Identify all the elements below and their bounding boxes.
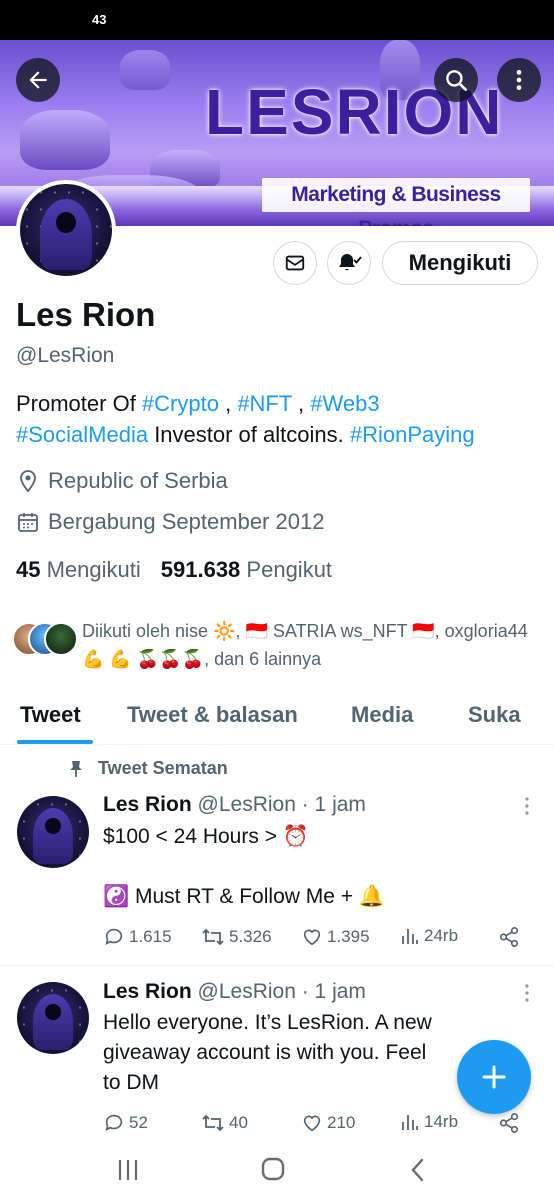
views-chart-icon [402,929,418,944]
share-button[interactable] [498,926,520,948]
recent-apps-icon[interactable] [117,1158,139,1182]
like-button[interactable]: 1.395 [301,926,370,948]
more-vertical-icon [516,70,522,90]
views-chart-icon [402,1115,418,1130]
retweet-icon [202,1114,224,1132]
tweet-avatar[interactable] [17,796,89,868]
tweet-text: Hello everyone. It’s LesRion. A new give… [103,1011,432,1094]
banner-subtitle: Marketing & Business Promos [262,178,530,226]
retweet-icon [202,928,224,946]
profile-avatar[interactable] [16,180,116,280]
active-tab-indicator [17,740,93,744]
profile-join-date: Bergabung September 2012 [16,509,324,535]
reply-icon [105,1114,123,1131]
like-button[interactable]: 210 [301,1112,355,1134]
following-button[interactable]: Mengikuti [382,241,538,285]
reply-icon [105,928,123,945]
tweet-more-icon[interactable] [524,796,530,816]
retweet-button[interactable]: 40 [201,1112,248,1134]
share-icon [499,1113,519,1133]
tweet-author[interactable]: Les Rion @LesRion · 1 jam [103,793,366,817]
profile-bio: Promoter Of #Crypto , #NFT , #Web3 #Soci… [16,391,475,447]
heart-icon [303,929,321,946]
status-time: 43 [92,12,107,27]
calendar-icon [18,513,38,532]
profile-name: Les Rion [16,296,156,333]
tweet-more-icon[interactable] [524,983,530,1003]
search-icon [446,70,468,92]
profile-tabs: Tweet Tweet & balasan Media Suka [0,688,554,745]
message-button[interactable] [273,241,317,285]
views-button[interactable]: 24rb [400,926,458,946]
tweet-actions: 1.615 5.326 1.395 24rb [103,926,523,952]
reply-button[interactable]: 1.615 [103,926,172,948]
more-options-button[interactable] [497,58,541,102]
notifications-button[interactable] [327,241,371,285]
tab-tweets[interactable]: Tweet [20,702,81,728]
tweet-text: $100 < 24 Hours > ⏰ ☯️ Must RT & Follow … [103,825,386,908]
home-icon[interactable] [261,1157,285,1181]
profile-location: Republic of Serbia [16,468,228,494]
back-nav-icon[interactable] [408,1157,426,1183]
tweet-avatar[interactable] [17,982,89,1054]
following-link[interactable]: 45 Mengikuti [16,557,141,582]
tab-media[interactable]: Media [351,702,413,728]
arrow-left-icon [29,71,47,89]
plus-icon [482,1065,506,1089]
followed-by-text[interactable]: Diikuti oleh nise 🔆, 🇮🇩 SATRIA ws_NFT 🇮🇩… [82,617,542,673]
tab-tweets-replies[interactable]: Tweet & balasan [127,702,298,728]
pinned-tweet-label: Tweet Sematan [68,758,228,779]
hashtag-link[interactable]: #NFT [237,391,292,416]
search-button[interactable] [434,58,478,102]
system-nav-bar [0,1140,554,1200]
mail-icon [285,255,305,271]
bell-check-icon [339,254,362,271]
compose-tweet-button[interactable] [457,1040,531,1114]
views-button[interactable]: 14rb [400,1112,458,1132]
share-button[interactable] [498,1112,520,1134]
mutual-followers-avatars[interactable] [12,622,78,658]
tweet-divider [0,965,554,966]
tweet-actions: 52 40 210 14rb [103,1112,523,1138]
follow-stats: 45 Mengikuti 591.638 Pengikut [16,557,332,583]
status-bar: 43 [0,0,554,40]
hashtag-link[interactable]: #RionPaying [350,422,475,447]
pin-icon [70,760,82,777]
tab-likes[interactable]: Suka [468,702,521,728]
heart-icon [303,1115,321,1132]
reply-button[interactable]: 52 [103,1112,148,1134]
followers-link[interactable]: 591.638 Pengikut [161,557,332,582]
back-button[interactable] [16,58,60,102]
hashtag-link[interactable]: #Web3 [310,391,379,416]
tweet-author[interactable]: Les Rion @LesRion · 1 jam [103,980,366,1004]
retweet-button[interactable]: 5.326 [201,926,272,948]
hashtag-link[interactable]: #SocialMedia [16,422,148,447]
share-icon [499,927,519,947]
profile-handle: @LesRion [16,344,115,367]
hashtag-link[interactable]: #Crypto [142,391,219,416]
location-pin-icon [20,470,36,493]
